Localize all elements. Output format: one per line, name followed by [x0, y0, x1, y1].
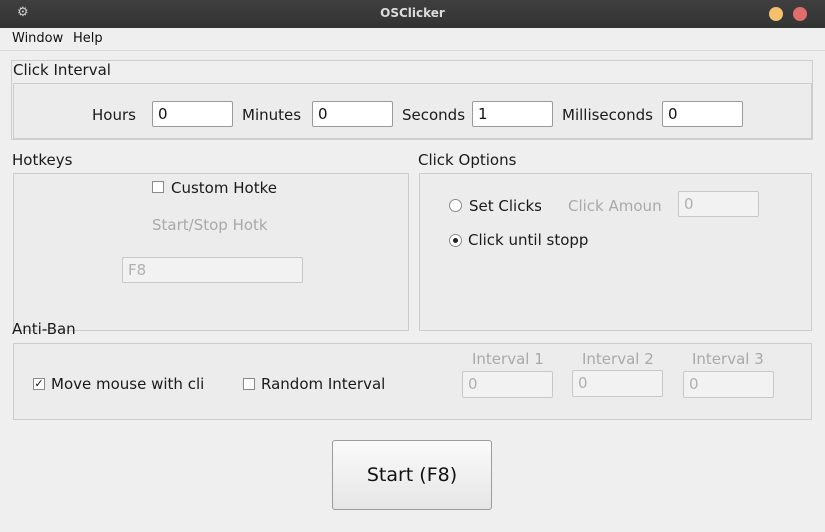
interval3-label: Interval 3: [692, 350, 764, 368]
click-interval-title: Click Interval: [13, 61, 111, 79]
set-clicks-radio[interactable]: [449, 199, 462, 212]
start-button[interactable]: Start (F8): [332, 440, 492, 510]
menu-bar: Window Help: [0, 28, 825, 51]
menu-window[interactable]: Window: [12, 31, 63, 46]
app-window: ⚙ OSClicker Window Help Click Interval H…: [0, 0, 825, 532]
click-amount-label: Click Amoun: [568, 197, 662, 215]
interval2-input[interactable]: 0: [572, 370, 663, 397]
click-amount-input[interactable]: 0: [678, 191, 759, 217]
radio-selected-dot: [453, 238, 458, 243]
seconds-label: Seconds: [402, 106, 466, 124]
start-stop-hotkey-label: Start/Stop Hotk: [152, 216, 268, 234]
seconds-input[interactable]: 1: [472, 101, 553, 127]
window-title: OSClicker: [380, 6, 445, 20]
move-mouse-label[interactable]: Move mouse with cli: [51, 375, 213, 393]
click-until-stopped-radio[interactable]: [449, 234, 462, 247]
set-clicks-label[interactable]: Set Clicks: [469, 197, 541, 215]
hours-input[interactable]: 0: [152, 101, 233, 127]
random-interval-label[interactable]: Random Interval: [261, 375, 385, 393]
interval2-label: Interval 2: [582, 350, 654, 368]
custom-hotkey-checkbox[interactable]: [152, 181, 164, 193]
move-mouse-checkbox[interactable]: ✓: [33, 378, 45, 390]
interval1-input[interactable]: 0: [462, 371, 553, 398]
anti-ban-title: Anti-Ban: [12, 320, 76, 338]
random-interval-checkbox[interactable]: [243, 378, 255, 390]
click-options-title: Click Options: [418, 151, 517, 169]
menu-help[interactable]: Help: [73, 31, 103, 46]
close-button[interactable]: [793, 7, 807, 21]
hotkeys-title: Hotkeys: [12, 151, 73, 169]
custom-hotkey-label[interactable]: Custom Hotke: [171, 179, 284, 197]
milliseconds-input[interactable]: 0: [662, 101, 743, 127]
minutes-input[interactable]: 0: [312, 101, 393, 127]
hotkey-input[interactable]: F8: [122, 257, 303, 283]
interval1-label: Interval 1: [472, 350, 544, 368]
minimize-button[interactable]: [769, 7, 783, 21]
minutes-label: Minutes: [242, 106, 302, 124]
hours-label: Hours: [92, 106, 136, 124]
milliseconds-label: Milliseconds: [562, 106, 653, 124]
click-until-stopped-label[interactable]: Click until stopp: [468, 231, 599, 249]
title-bar[interactable]: ⚙ OSClicker: [0, 0, 825, 28]
interval3-input[interactable]: 0: [683, 371, 774, 398]
